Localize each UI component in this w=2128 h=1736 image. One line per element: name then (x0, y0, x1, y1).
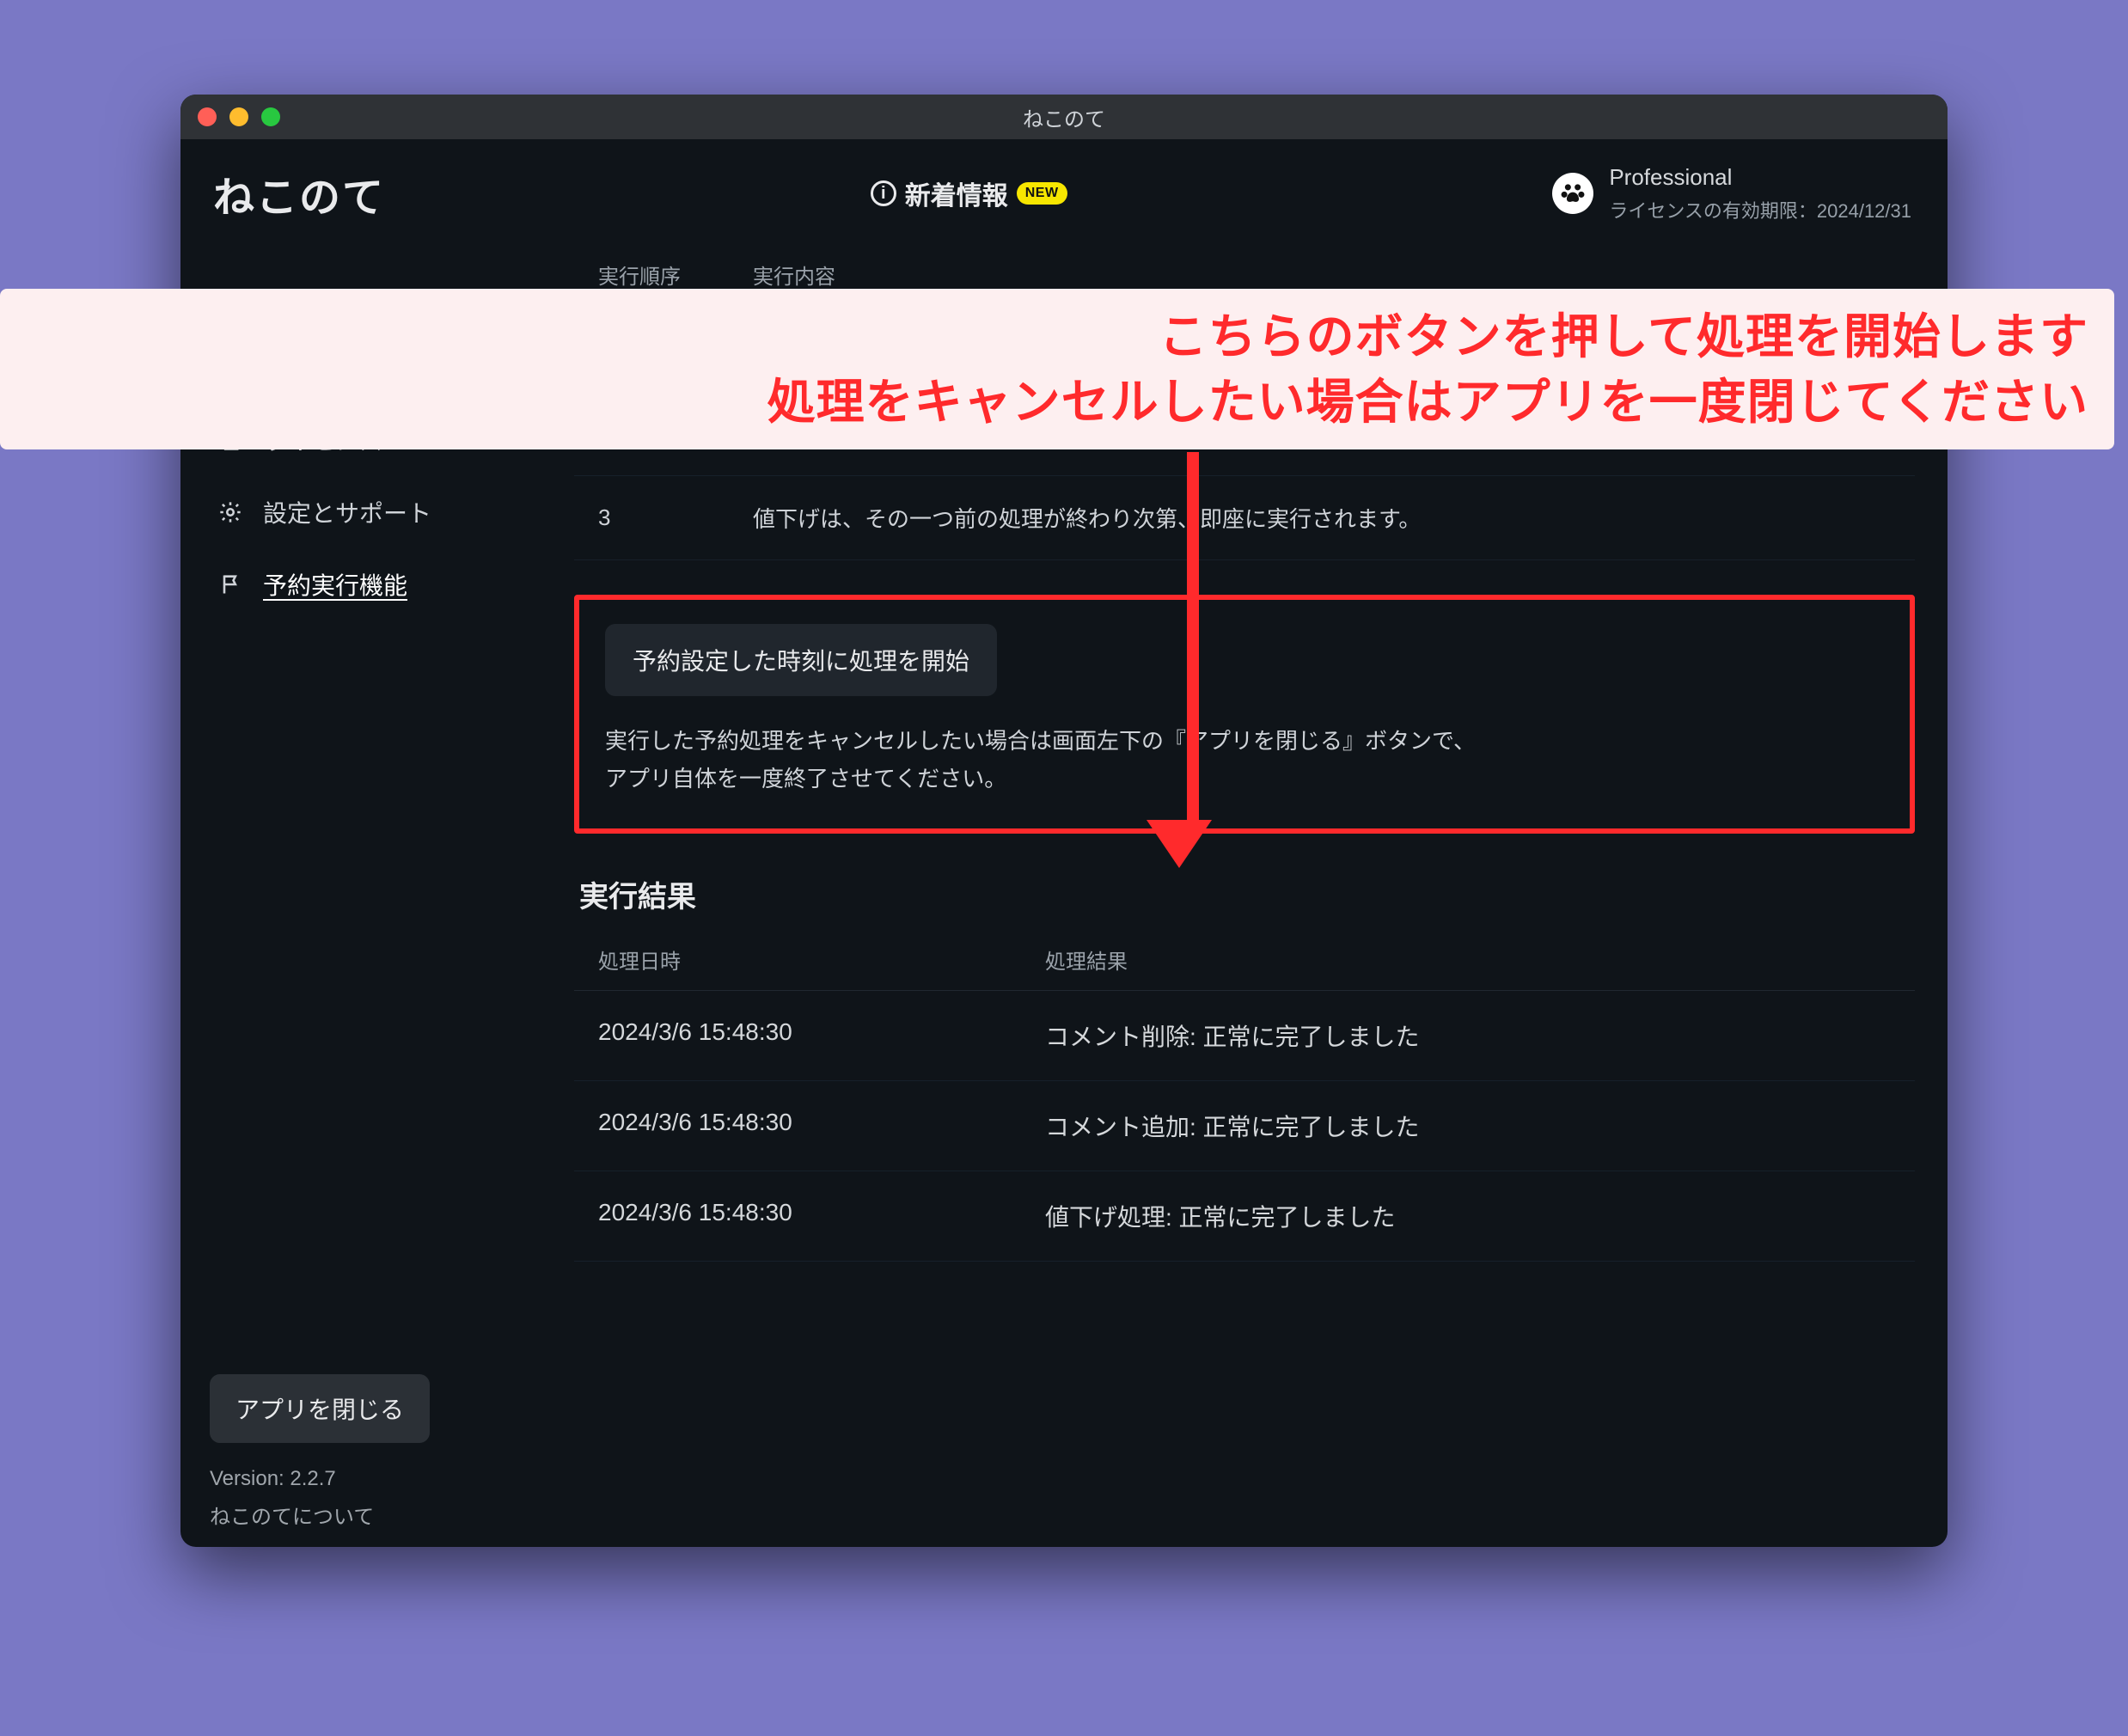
result-table: 処理日時 処理結果 2024/3/6 15:48:30 コメント削除: 正常に完… (574, 929, 1915, 1262)
window-title: ねこのて (1023, 102, 1105, 132)
version-label: Version: 2.2.7 (210, 1467, 548, 1491)
flag-icon (217, 571, 244, 598)
cell-order: 3 (598, 504, 701, 531)
cell-result: コメント削除: 正常に完了しました (1045, 1018, 1420, 1053)
cell-result: コメント追加: 正常に完了しました (1045, 1109, 1420, 1143)
cancel-note: 実行した予約処理をキャンセルしたい場合は画面左下の『アプリを閉じる』ボタンで、 … (605, 722, 1884, 798)
titlebar: ねこのて (180, 95, 1948, 139)
sidebar-item-settings[interactable]: 設定とサポート (210, 483, 548, 541)
account-area[interactable]: Professional ライセンスの有効期限：2024/12/31 (1552, 164, 1911, 223)
col-head-result: 処理結果 (1045, 944, 1128, 975)
sidebar-item-label: 予約実行機能 (263, 567, 407, 602)
cell-content: 値下げは、その一つ前の処理が終わり次第、即座に実行されます。 (753, 502, 1421, 534)
results-title: 実行結果 (579, 873, 1915, 915)
table-row: 2024/3/6 15:48:30 コメント追加: 正常に完了しました (574, 1081, 1915, 1171)
table-row: 2024/3/6 15:48:30 コメント削除: 正常に完了しました (574, 991, 1915, 1081)
close-app-button[interactable]: アプリを閉じる (210, 1374, 430, 1443)
table-row: 3 値下げは、その一つ前の処理が終わり次第、即座に実行されます。 (574, 476, 1915, 560)
traffic-lights (198, 107, 280, 126)
cell-time: 2024/3/6 15:48:30 (598, 1018, 1045, 1053)
annotation-line: こちらのボタンを押して処理を開始します (26, 304, 2088, 370)
cell-result: 値下げ処理: 正常に完了しました (1045, 1199, 1396, 1233)
col-head-time: 処理日時 (598, 944, 1045, 975)
maximize-window-icon[interactable] (261, 107, 280, 126)
minimize-window-icon[interactable] (229, 107, 248, 126)
plan-name: Professional (1609, 164, 1911, 191)
col-head-order: 実行順序 (598, 260, 701, 290)
start-panel: 予約設定した時刻に処理を開始 実行した予約処理をキャンセルしたい場合は画面左下の… (574, 595, 1915, 834)
app-header: ねこのて i 新着情報 NEW Professional ライセンスの有効期限：… (205, 139, 1923, 242)
table-row: 2024/3/6 15:48:30 値下げ処理: 正常に完了しました (574, 1171, 1915, 1262)
cell-time: 2024/3/6 15:48:30 (598, 1109, 1045, 1143)
plan-expiry: ライセンスの有効期限：2024/12/31 (1609, 196, 1911, 223)
info-icon: i (871, 180, 896, 206)
annotation-line: 処理をキャンセルしたい場合はアプリを一度閉じてください (26, 370, 2088, 435)
sidebar-item-label: 設定とサポート (263, 495, 431, 529)
app-brand: ねこのて (213, 163, 385, 223)
news-link[interactable]: i 新着情報 NEW (385, 174, 1552, 212)
cell-time: 2024/3/6 15:48:30 (598, 1199, 1045, 1233)
annotation-callout: こちらのボタンを押して処理を開始します 処理をキャンセルしたい場合はアプリを一度… (0, 289, 2114, 449)
new-badge: NEW (1017, 182, 1067, 205)
annotation-arrow-icon (1173, 452, 1212, 868)
about-link[interactable]: ねこのてについて (210, 1500, 548, 1530)
note-line: アプリ自体を一度終了させてください。 (605, 766, 1006, 792)
sidebar-item-schedule[interactable]: 予約実行機能 (210, 555, 548, 614)
news-label: 新着情報 (905, 174, 1008, 212)
col-head-content: 実行内容 (753, 260, 835, 290)
close-window-icon[interactable] (198, 107, 217, 126)
avatar (1552, 173, 1593, 214)
start-schedule-button[interactable]: 予約設定した時刻に処理を開始 (605, 624, 997, 696)
gear-icon (217, 498, 244, 526)
note-line: 実行した予約処理をキャンセルしたい場合は画面左下の『アプリを閉じる』ボタンで、 (605, 728, 1476, 754)
